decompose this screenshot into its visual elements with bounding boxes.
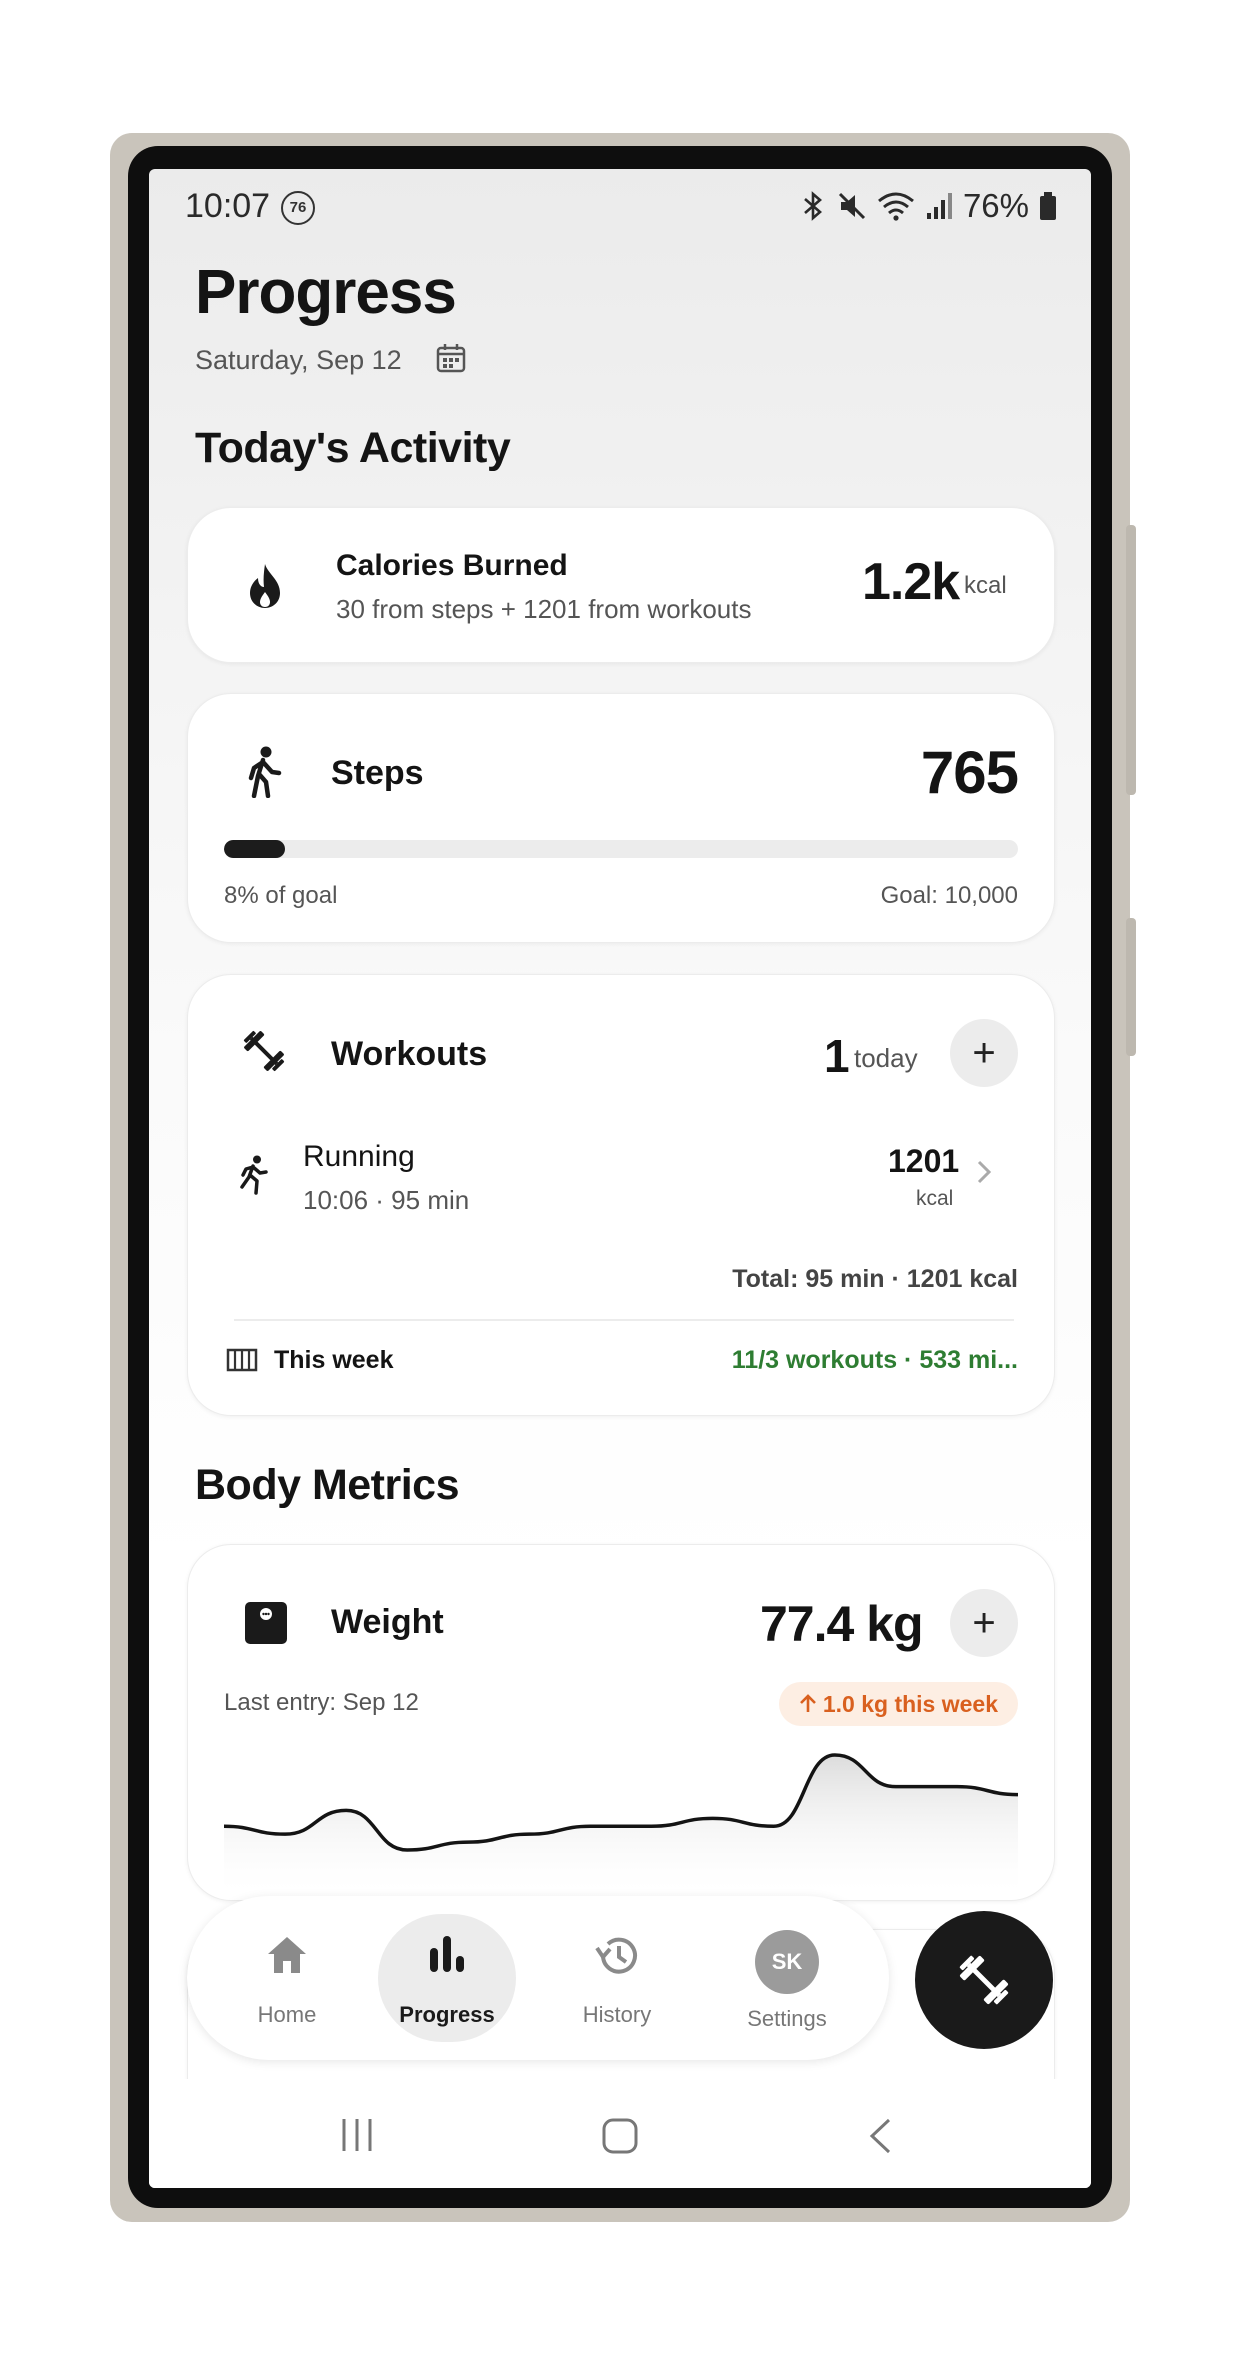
nav-settings-label: Settings — [747, 2006, 827, 2031]
workout-name: Running — [303, 1140, 415, 1173]
section-title-body-metrics: Body Metrics — [195, 1461, 460, 1509]
workouts-count: 1 — [824, 1030, 850, 1082]
this-week-summary: 11/3 workouts · 533 mi... — [731, 1346, 1018, 1374]
system-nav-bar — [149, 2079, 1091, 2188]
back-icon[interactable] — [867, 2117, 893, 2155]
battery-percent: 76% — [962, 187, 1029, 224]
history-icon — [595, 1937, 637, 1974]
steps-value: 765 — [920, 739, 1019, 806]
bar-chart-icon — [430, 1936, 464, 1972]
home-icon — [268, 1937, 306, 1973]
calories-subtitle: 30 from steps + 1201 from workouts — [336, 594, 752, 624]
this-week-label: This week — [274, 1346, 394, 1374]
steps-progress-fill — [224, 840, 286, 858]
add-weight-button[interactable]: + — [950, 1589, 1018, 1657]
running-icon — [240, 1155, 268, 1195]
workout-meta: 10:06 · 95 min — [303, 1185, 470, 1215]
weight-title: Weight — [331, 1603, 444, 1641]
nav-settings[interactable]: SK Settings — [707, 1896, 867, 2060]
volume-button — [1126, 525, 1136, 795]
recent-apps-icon[interactable] — [339, 2117, 375, 2153]
steps-title: Steps — [331, 754, 424, 792]
status-bar: 10:07 76 76% — [149, 169, 1091, 249]
arrow-up-icon — [799, 1694, 816, 1712]
scale-icon — [245, 1602, 287, 1644]
avatar: SK — [755, 1930, 819, 1994]
dumbbell-icon — [243, 1030, 285, 1072]
weight-card[interactable]: Weight 77.4 kg + Last entry: Sep 12 1.0 … — [187, 1544, 1055, 1901]
workouts-title: Workouts — [331, 1035, 488, 1073]
page-title: Progress — [195, 258, 457, 327]
flame-icon — [250, 564, 280, 608]
weight-sparkline — [224, 1753, 1018, 1900]
walking-icon — [248, 746, 282, 798]
home-button-icon[interactable] — [601, 2117, 639, 2155]
steps-progress-label: 8% of goal — [224, 882, 338, 909]
status-time: 10:07 — [185, 187, 271, 225]
steps-progress-bar — [224, 840, 1018, 858]
add-workout-button[interactable]: + — [950, 1019, 1018, 1087]
nav-history-label: History — [582, 2002, 652, 2027]
workouts-total: Total: 95 min · 1201 kcal — [732, 1265, 1018, 1293]
nav-home-label: Home — [257, 2002, 317, 2027]
screen: 10:07 76 76% Progress Saturday, Sep 12 T… — [149, 169, 1091, 2188]
steps-card[interactable]: Steps 765 8% of goal Goal: 10,000 — [187, 693, 1055, 943]
steps-goal-label: Goal: 10,000 — [880, 882, 1018, 909]
weight-trend-text: 1.0 kg this week — [822, 1690, 998, 1717]
mute-icon — [838, 192, 865, 220]
signal-icon — [926, 193, 952, 219]
wifi-icon — [877, 192, 914, 221]
calendar-week-icon — [226, 1348, 258, 1372]
bottom-nav: Home Progress History SK Settings — [187, 1896, 889, 2060]
calories-value: 1.2k — [862, 553, 960, 611]
weight-trend-badge: 1.0 kg this week — [778, 1682, 1018, 1726]
workout-kcal-unit: kcal — [916, 1187, 954, 1210]
weight-value: 77.4 kg — [760, 1596, 924, 1652]
nav-progress[interactable]: Progress — [367, 1896, 527, 2060]
bluetooth-icon — [804, 191, 822, 221]
calories-unit: kcal — [964, 572, 1007, 599]
nav-history[interactable]: History — [537, 1896, 697, 2060]
chevron-right-icon — [977, 1160, 992, 1184]
nav-progress-label: Progress — [399, 2002, 495, 2027]
notification-badge: 76 — [281, 191, 315, 225]
start-workout-fab[interactable] — [915, 1911, 1053, 2049]
power-button — [1126, 918, 1136, 1056]
battery-icon — [1040, 192, 1056, 220]
workouts-divider — [234, 1319, 1014, 1321]
calories-card[interactable]: Calories Burned 30 from steps + 1201 fro… — [187, 507, 1055, 663]
page-date: Saturday, Sep 12 — [195, 345, 402, 375]
section-title-activity: Today's Activity — [195, 424, 511, 472]
status-icons: 76% — [799, 187, 1057, 225]
workouts-count-suffix: today — [854, 1043, 918, 1073]
calories-title: Calories Burned — [336, 549, 568, 582]
dumbbell-icon — [959, 1955, 1009, 2005]
workout-kcal: 1201 — [888, 1143, 960, 1179]
nav-home[interactable]: Home — [207, 1896, 367, 2060]
calendar-icon[interactable] — [435, 342, 467, 374]
workouts-card: Workouts 1 today + Running 10:06 · 95 mi… — [187, 974, 1055, 1416]
weight-last-entry: Last entry: Sep 12 — [224, 1689, 419, 1716]
